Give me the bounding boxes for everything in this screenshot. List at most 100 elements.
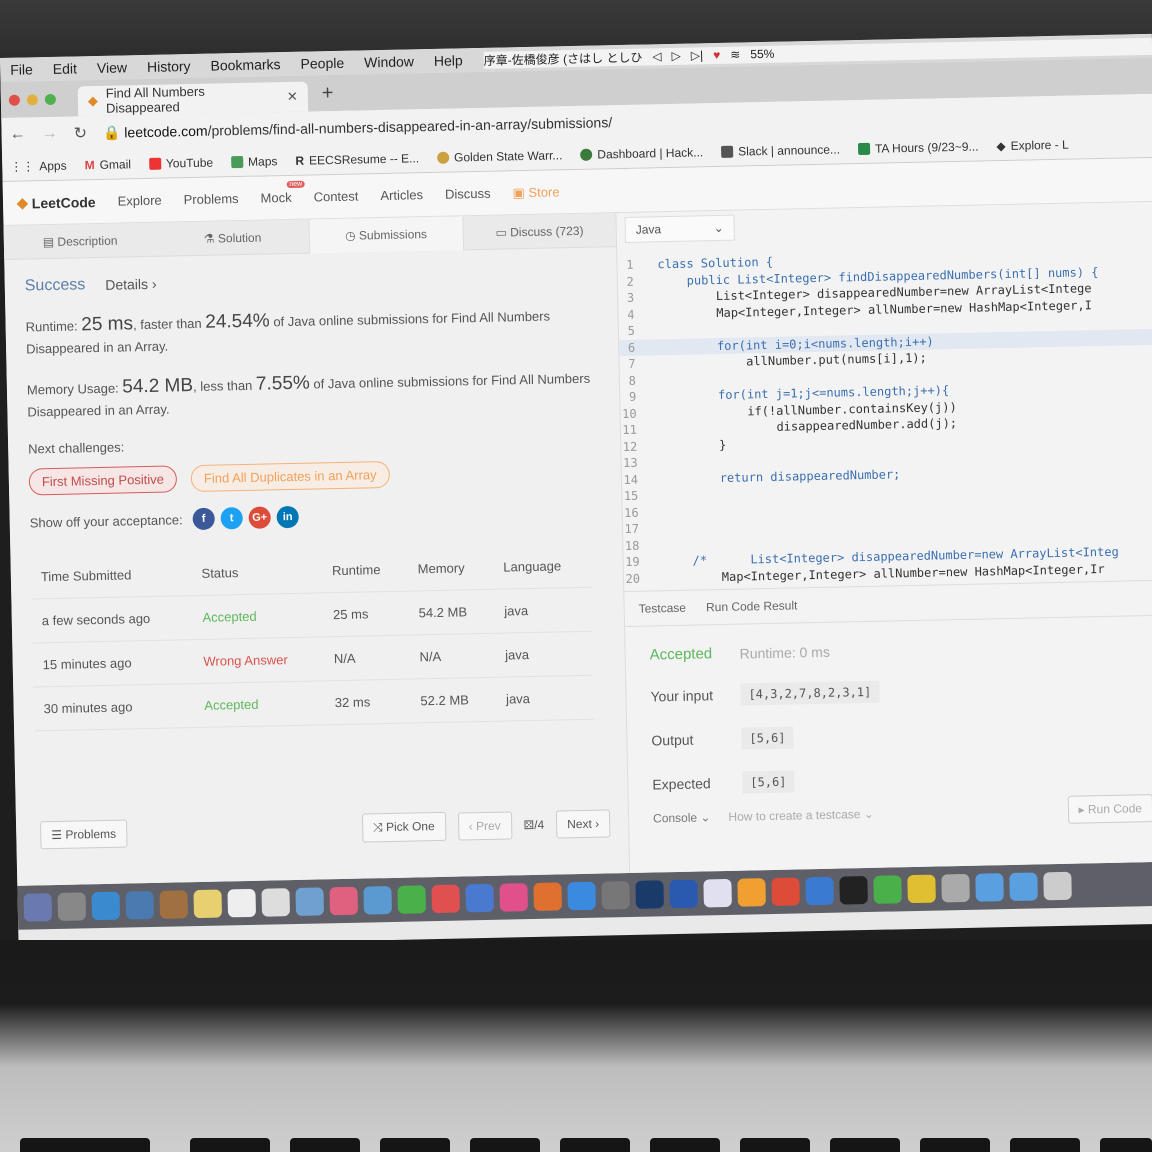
system-preferences-icon[interactable] (601, 880, 630, 910)
nav-discuss[interactable]: Discuss (445, 186, 491, 202)
close-window-icon[interactable] (8, 94, 20, 106)
url-field[interactable]: 🔒 leetcode.com/problems/find-all-numbers… (103, 114, 612, 142)
menu-history[interactable]: History (147, 58, 191, 75)
console-button[interactable]: Console ⌄ (653, 810, 711, 825)
bookmark-apps[interactable]: ⋮⋮ Apps (10, 158, 67, 173)
challenge-find-all-duplicates[interactable]: Find All Duplicates in an Array (190, 460, 390, 493)
numbers-icon[interactable] (431, 884, 460, 914)
bookmark-maps[interactable]: Maps (230, 154, 278, 169)
trash-icon[interactable] (1043, 871, 1072, 901)
tab-testcase[interactable]: Testcase (639, 601, 687, 616)
cell-status[interactable]: Wrong Answer (192, 636, 325, 684)
bookmark-gmail[interactable]: M Gmail (84, 157, 131, 172)
contacts-icon[interactable] (159, 890, 189, 919)
heart-icon[interactable]: ♥ (713, 48, 720, 62)
bookmark-eecsresume[interactable]: R EECSResume -- E... (295, 151, 419, 168)
language-select[interactable]: Java ⌄ (624, 214, 735, 243)
downloads-icon[interactable] (1009, 872, 1038, 902)
cell-language: java (494, 631, 594, 678)
twitter-icon[interactable]: t (220, 507, 243, 530)
google-plus-icon[interactable]: G+ (248, 506, 271, 529)
keynote-icon[interactable] (465, 883, 494, 913)
nav-mock[interactable]: Mock new (260, 180, 306, 206)
code-editor[interactable]: 1 class Solution {2 public List<Integer> … (617, 236, 1152, 587)
cell-status[interactable]: Accepted (193, 680, 326, 728)
forward-icon[interactable]: → (41, 125, 57, 143)
menu-window[interactable]: Window (364, 53, 414, 70)
run-code-button[interactable]: ▸ Run Code (1067, 794, 1152, 824)
bookmark-ta-hours[interactable]: TA Hours (9/23~9... (857, 139, 979, 156)
new-tab-icon[interactable]: + (322, 82, 334, 105)
linkedin-icon[interactable]: in (276, 505, 299, 529)
tab-run-code-result[interactable]: Run Code Result (706, 598, 798, 614)
tab-description[interactable]: ▤ Description (4, 232, 157, 249)
safari-icon[interactable] (91, 891, 121, 921)
photos-icon[interactable] (329, 886, 359, 916)
menu-file[interactable]: File (10, 61, 33, 77)
nav-explore[interactable]: Explore (117, 193, 161, 209)
bookmark-explore[interactable]: ◆ Explore - L (996, 137, 1069, 153)
details-link[interactable]: Details › (105, 276, 157, 293)
menu-bookmarks[interactable]: Bookmarks (210, 56, 280, 73)
minimize-window-icon[interactable] (26, 93, 38, 105)
messages-icon[interactable] (363, 885, 393, 915)
calendar-icon[interactable] (227, 888, 257, 918)
notes-icon[interactable] (193, 889, 223, 919)
sketch-icon[interactable] (737, 878, 766, 907)
close-tab-icon[interactable]: ✕ (287, 89, 298, 105)
books-icon[interactable] (533, 882, 562, 912)
menu-people[interactable]: People (300, 55, 344, 72)
challenge-first-missing-positive[interactable]: First Missing Positive (28, 465, 178, 496)
preview-icon[interactable] (941, 873, 970, 903)
maximize-window-icon[interactable] (44, 93, 56, 105)
wechat-icon[interactable] (873, 875, 902, 904)
bookmark-dashboard[interactable]: Dashboard | Hack... (580, 145, 703, 162)
next-track-icon[interactable]: ▷| (691, 48, 704, 62)
prev-track-icon[interactable]: ◁ (652, 49, 662, 63)
pick-one-button[interactable]: ⤨ Pick One (361, 811, 447, 843)
back-icon[interactable]: ← (9, 125, 25, 143)
tab-submissions[interactable]: ◷ Submissions (308, 215, 464, 254)
nav-articles[interactable]: Articles (380, 187, 423, 203)
mail-icon[interactable] (125, 890, 155, 920)
next-button[interactable]: Next › (555, 808, 611, 839)
bookmark-golden-state[interactable]: Golden State Warr... (436, 148, 562, 165)
bookmark-slack[interactable]: Slack | announce... (721, 142, 840, 158)
prev-button[interactable]: ‹ Prev (457, 810, 512, 841)
baidu-icon[interactable] (703, 878, 732, 908)
nav-problems[interactable]: Problems (184, 191, 239, 207)
siri-icon[interactable] (23, 893, 53, 922)
reload-icon[interactable]: ↻ (73, 123, 87, 143)
facebook-icon[interactable]: f (192, 507, 215, 531)
nav-store[interactable]: ▣ Store (512, 184, 559, 201)
testcase-help-link[interactable]: How to create a testcase ⌄ (728, 807, 874, 824)
qq-icon[interactable] (839, 876, 868, 905)
launchpad-icon[interactable] (57, 892, 87, 921)
reminders-icon[interactable] (261, 888, 291, 917)
nav-contest[interactable]: Contest (313, 189, 358, 205)
chrome-icon[interactable] (771, 877, 800, 907)
app-store-icon[interactable] (567, 881, 596, 911)
leetcode-logo[interactable]: ◆ LeetCode (17, 193, 96, 212)
menu-help[interactable]: Help (434, 52, 463, 69)
maps-dock-icon[interactable] (295, 887, 325, 916)
pokemon-icon[interactable] (907, 874, 936, 904)
photoshop-icon[interactable] (635, 880, 664, 909)
music-icon[interactable] (499, 883, 528, 912)
key-f3 (290, 1138, 360, 1152)
cell-status[interactable]: Accepted (192, 592, 324, 640)
play-icon[interactable]: ▷ (671, 49, 681, 63)
bookmark-youtube[interactable]: YouTube (148, 155, 213, 170)
tab-discuss[interactable]: ▭ Discuss (723) (463, 223, 616, 240)
facetime-icon[interactable] (397, 885, 427, 914)
folder-icon[interactable] (975, 873, 1004, 902)
tab-solution[interactable]: ⚗ Solution (156, 229, 309, 246)
now-playing[interactable]: 序章-佐橋俊彦 (さはし としひ (484, 48, 643, 68)
browser-tab[interactable]: ◆ Find All Numbers Disappeared ✕ (77, 81, 309, 117)
menu-view[interactable]: View (97, 59, 127, 76)
menu-edit[interactable]: Edit (53, 60, 77, 77)
qbittorrent-icon[interactable] (805, 876, 834, 906)
wifi-icon[interactable]: ≋ (730, 47, 740, 61)
problems-button[interactable]: ☰ Problems (39, 819, 128, 849)
wps-icon[interactable] (669, 879, 698, 909)
